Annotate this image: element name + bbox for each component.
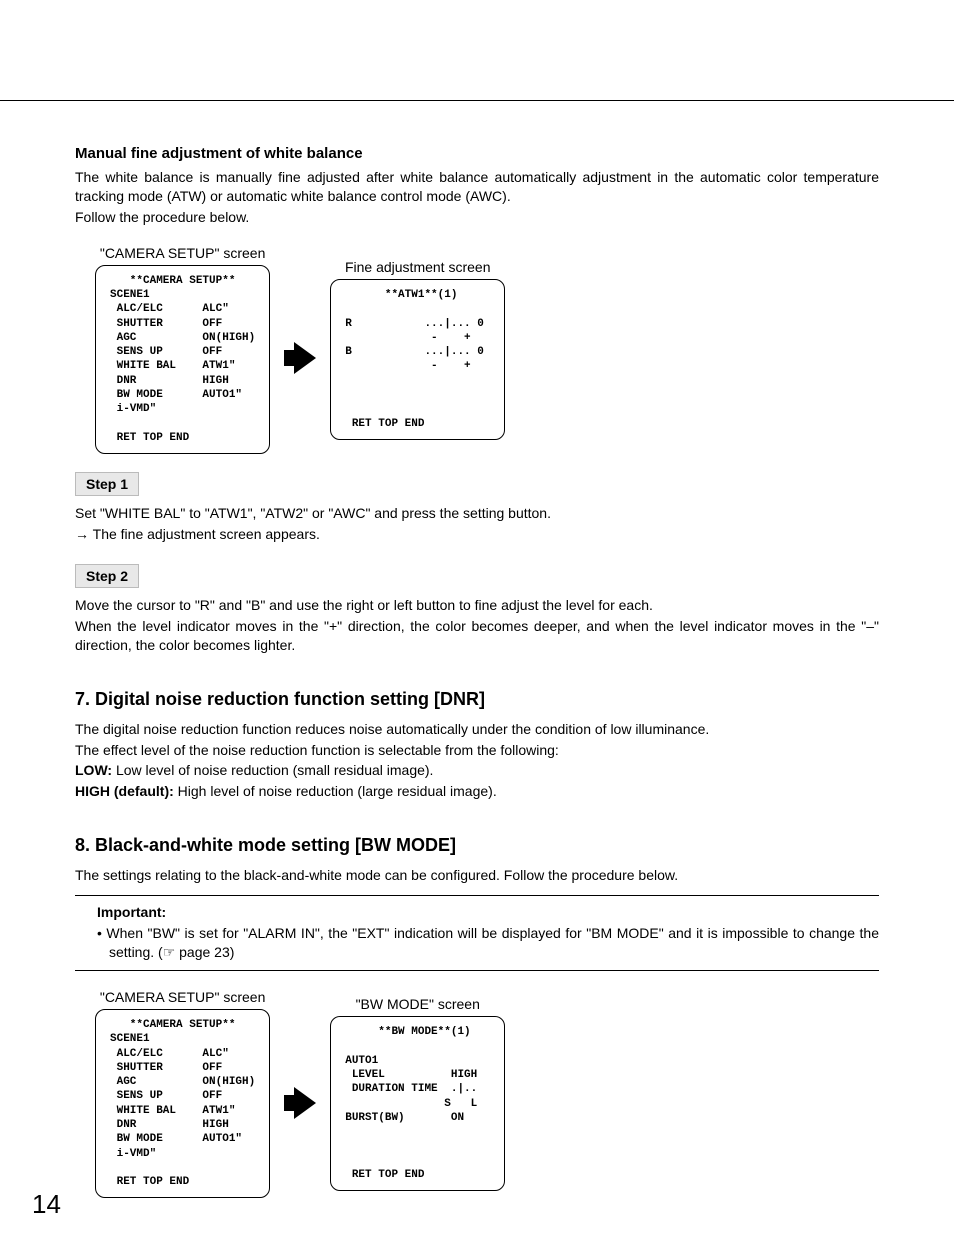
horizontal-rule bbox=[0, 100, 954, 101]
dnr-para2: The effect level of the noise reduction … bbox=[75, 741, 879, 760]
step1-text: Set "WHITE BAL" to "ATW1", "ATW2" or "AW… bbox=[75, 504, 879, 523]
bw-screen1-osd: **CAMERA SETUP** SCENE1 ALC/ELC ALC" SHU… bbox=[95, 1009, 270, 1199]
bw-heading: 8. Black-and-white mode setting [BW MODE… bbox=[75, 835, 879, 856]
important-label: Important: bbox=[97, 904, 879, 920]
wb-para2: Follow the procedure below. bbox=[75, 208, 879, 227]
step1-chip: Step 1 bbox=[75, 472, 139, 496]
dnr-high: HIGH (default): High level of noise redu… bbox=[75, 782, 879, 801]
wb-para1: The white balance is manually fine adjus… bbox=[75, 168, 879, 206]
bw-screens-row: "CAMERA SETUP" screen **CAMERA SETUP** S… bbox=[95, 989, 879, 1199]
bw-screen2: "BW MODE" screen **BW MODE**(1) AUTO1 LE… bbox=[330, 996, 505, 1191]
bw-screen1: "CAMERA SETUP" screen **CAMERA SETUP** S… bbox=[95, 989, 270, 1199]
dnr-low: LOW: Low level of noise reduction (small… bbox=[75, 761, 879, 780]
wb-screen2-osd: **ATW1**(1) R ...|... 0 - + B ...|... 0 … bbox=[330, 279, 505, 440]
step2-text2: When the level indicator moves in the "+… bbox=[75, 617, 879, 655]
dnr-para1: The digital noise reduction function red… bbox=[75, 720, 879, 739]
wb-screen1-caption: "CAMERA SETUP" screen bbox=[100, 245, 266, 261]
wb-screens-row: "CAMERA SETUP" screen **CAMERA SETUP** S… bbox=[95, 245, 879, 455]
page-number: 14 bbox=[32, 1189, 61, 1220]
step1-result: The fine adjustment screen appears. bbox=[75, 525, 879, 544]
important-item: When "BW" is set for "ALARM IN", the "EX… bbox=[97, 924, 879, 962]
arrow-icon bbox=[284, 324, 316, 374]
wb-screen2: Fine adjustment screen **ATW1**(1) R ...… bbox=[330, 259, 505, 440]
bw-screen2-caption: "BW MODE" screen bbox=[356, 996, 480, 1012]
wb-screen1-osd: **CAMERA SETUP** SCENE1 ALC/ELC ALC" SHU… bbox=[95, 265, 270, 455]
arrow-icon bbox=[284, 1069, 316, 1119]
bw-para1: The settings relating to the black-and-w… bbox=[75, 866, 879, 885]
wb-screen2-caption: Fine adjustment screen bbox=[345, 259, 491, 275]
step2-chip: Step 2 bbox=[75, 564, 139, 588]
bw-screen1-caption: "CAMERA SETUP" screen bbox=[100, 989, 266, 1005]
wb-heading: Manual fine adjustment of white balance bbox=[75, 145, 879, 162]
wb-step2: Step 2 Move the cursor to "R" and "B" an… bbox=[75, 564, 879, 655]
wb-screen1: "CAMERA SETUP" screen **CAMERA SETUP** S… bbox=[95, 245, 270, 455]
bw-screen2-osd: **BW MODE**(1) AUTO1 LEVEL HIGH DURATION… bbox=[330, 1016, 505, 1191]
dnr-heading: 7. Digital noise reduction function sett… bbox=[75, 689, 879, 710]
step2-text1: Move the cursor to "R" and "B" and use t… bbox=[75, 596, 879, 615]
wb-step1: Step 1 Set "WHITE BAL" to "ATW1", "ATW2"… bbox=[75, 472, 879, 544]
important-box: Important: When "BW" is set for "ALARM I… bbox=[75, 895, 879, 971]
